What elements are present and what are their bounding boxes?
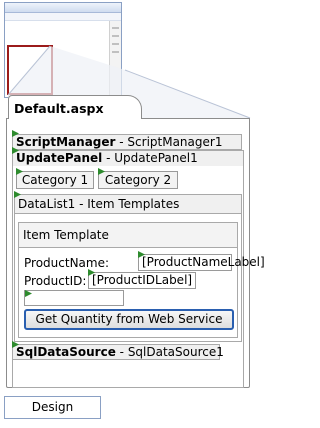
smart-tag-icon[interactable]	[138, 251, 145, 258]
script-manager-control[interactable]: ScriptManager - ScriptManager1	[12, 134, 242, 150]
document-tab-title: Default.aspx	[14, 101, 104, 116]
category-1-button[interactable]: Category 1	[16, 171, 94, 189]
update-panel-type: UpdatePanel	[16, 151, 103, 165]
script-manager-type: ScriptManager	[16, 135, 116, 149]
category-2-button[interactable]: Category 2	[98, 171, 178, 189]
smart-tag-icon[interactable]	[12, 341, 19, 348]
smart-tag-icon[interactable]	[88, 269, 95, 276]
smart-tag-icon[interactable]	[98, 168, 105, 175]
datalist-header[interactable]: DataList1 - Item Templates	[14, 194, 242, 214]
smart-tag-icon[interactable]	[12, 147, 19, 154]
separator: -	[102, 151, 115, 165]
smart-tag-icon[interactable]	[25, 290, 32, 297]
empty-label-control[interactable]	[24, 290, 124, 306]
separator: -	[115, 345, 128, 359]
tab-join	[9, 117, 141, 120]
get-quantity-button[interactable]: Get Quantity from Web Service	[24, 309, 234, 330]
sql-data-source-control[interactable]: SqlDataSource - SqlDataSource1	[12, 344, 224, 360]
product-name-value-label[interactable]: [ProductNameLabel]	[138, 254, 265, 271]
sql-data-source-type: SqlDataSource	[16, 345, 116, 359]
product-id-value-label[interactable]: [ProductIDLabel]	[88, 272, 196, 289]
script-manager-id: ScriptManager1	[127, 135, 223, 149]
update-panel-id: UpdatePanel1	[114, 151, 198, 165]
product-id-label: ProductID:	[24, 274, 87, 288]
smart-tag-icon[interactable]	[12, 130, 19, 137]
item-template-header: Item Template	[18, 222, 238, 248]
design-view-tab[interactable]: Design	[4, 396, 101, 419]
product-name-label: ProductName:	[24, 256, 110, 270]
smart-tag-icon[interactable]	[14, 191, 21, 198]
smart-tag-icon[interactable]	[16, 168, 23, 175]
update-panel-header[interactable]: UpdatePanel - UpdatePanel1	[12, 150, 244, 166]
separator: -	[115, 135, 128, 149]
sql-data-source-id: SqlDataSource1	[127, 345, 224, 359]
